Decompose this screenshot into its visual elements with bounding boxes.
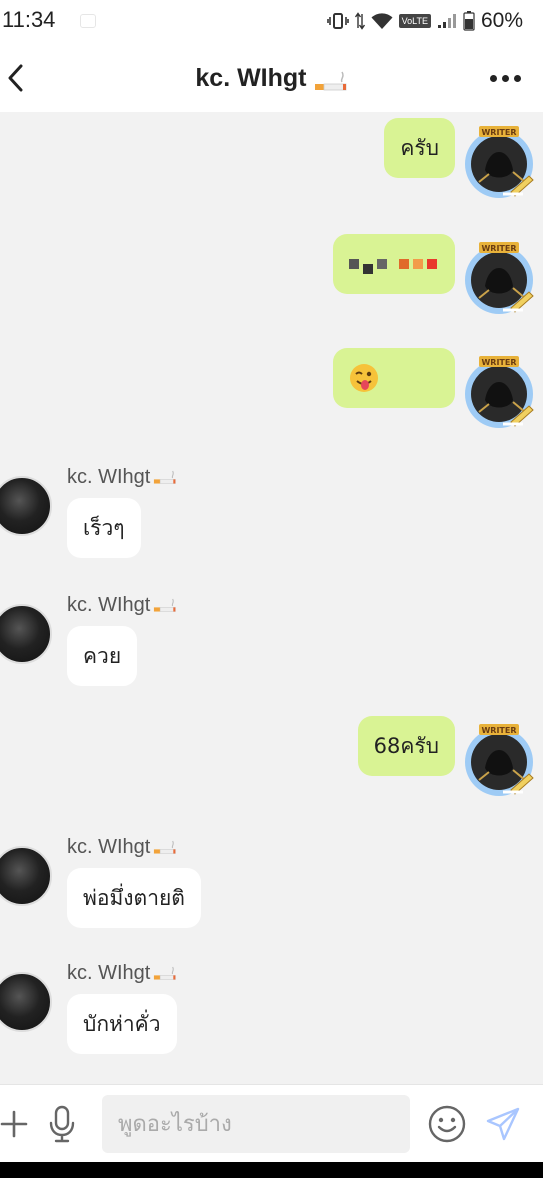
more-dot-icon xyxy=(501,74,509,82)
svg-text:WRITER: WRITER xyxy=(481,358,516,367)
message-text: บักห่าคั่ว xyxy=(83,1011,161,1036)
more-options-button[interactable] xyxy=(487,70,523,86)
status-icons: VoLTE 60% xyxy=(326,8,523,34)
more-dot-icon xyxy=(513,74,521,82)
status-bar: 11:34 VoLTE 60% xyxy=(0,0,543,44)
volte-badge: VoLTE xyxy=(398,14,431,28)
message-incoming: kc. WIhgt พ่อมึ่งตายติ xyxy=(0,836,543,936)
message-bubble[interactable]: ครับ xyxy=(384,118,455,178)
status-time: 11:34 xyxy=(2,7,56,32)
sender-name: kc. WIhgt xyxy=(67,836,178,859)
signal-icon xyxy=(437,14,456,28)
svg-text:WRITER: WRITER xyxy=(481,128,516,137)
message-input-bar xyxy=(0,1084,543,1162)
battery-percent: 60% xyxy=(480,9,523,32)
cigarette-icon xyxy=(154,966,177,980)
chat-screen: 11:34 VoLTE 60% kc. WIhgt ครับ WRITER WR… xyxy=(0,0,543,1162)
my-avatar[interactable]: WRITER xyxy=(459,720,539,800)
censored-emoji xyxy=(349,254,437,274)
message-bubble[interactable]: 68ครับ xyxy=(357,716,455,776)
winking-tongue-emoji-icon xyxy=(350,364,378,392)
message-bubble[interactable]: เร็วๆ xyxy=(67,498,141,558)
notification-icon xyxy=(80,14,96,28)
my-avatar[interactable]: WRITER xyxy=(459,122,539,202)
contact-avatar[interactable] xyxy=(0,604,52,664)
message-incoming: kc. WIhgt เร็วๆ xyxy=(0,466,543,566)
message-text: 68ครับ xyxy=(373,733,439,758)
microphone-icon[interactable] xyxy=(46,1105,78,1143)
battery-icon xyxy=(463,11,475,31)
message-bubble[interactable] xyxy=(333,234,455,294)
chat-header: kc. WIhgt xyxy=(0,44,543,112)
contact-avatar[interactable] xyxy=(0,846,52,906)
message-text: ควย xyxy=(83,643,122,668)
emoji-icon[interactable] xyxy=(428,1105,466,1143)
cigarette-icon xyxy=(154,598,177,612)
plus-icon[interactable] xyxy=(0,1109,28,1139)
message-text: พ่อมึ่งตายติ xyxy=(83,885,185,910)
data-arrows-icon xyxy=(354,12,365,30)
cigarette-icon xyxy=(154,840,177,854)
vibrate-icon xyxy=(326,13,349,29)
send-icon[interactable] xyxy=(486,1107,520,1141)
message-outgoing: ครับ WRITER xyxy=(0,118,543,208)
my-avatar[interactable]: WRITER xyxy=(459,238,539,318)
message-bubble[interactable]: บักห่าคั่ว xyxy=(67,994,177,1054)
chat-title-text: kc. WIhgt xyxy=(195,64,307,92)
svg-text:WRITER: WRITER xyxy=(481,726,516,735)
message-incoming: kc. WIhgt บักห่าคั่ว xyxy=(0,962,543,1062)
sender-name: kc. WIhgt xyxy=(67,466,178,489)
more-dot-icon xyxy=(489,74,497,82)
chat-title: kc. WIhgt xyxy=(0,64,543,95)
message-input[interactable] xyxy=(102,1095,410,1153)
message-outgoing: 68ครับ WRITER xyxy=(0,716,543,806)
message-outgoing: WRITER xyxy=(0,348,543,438)
cigarette-icon xyxy=(154,470,177,484)
message-text: ครับ xyxy=(400,135,439,160)
my-avatar[interactable]: WRITER xyxy=(459,352,539,432)
contact-avatar[interactable] xyxy=(0,476,52,536)
sender-name: kc. WIhgt xyxy=(67,594,178,617)
message-text: เร็วๆ xyxy=(83,515,125,540)
contact-avatar[interactable] xyxy=(0,972,52,1032)
message-outgoing: WRITER xyxy=(0,234,543,324)
message-bubble[interactable] xyxy=(333,348,455,408)
message-bubble[interactable]: พ่อมึ่งตายติ xyxy=(67,868,201,928)
cigarette-icon xyxy=(314,71,346,90)
message-bubble[interactable]: ควย xyxy=(67,626,138,686)
wifi-icon xyxy=(371,13,393,29)
sender-name: kc. WIhgt xyxy=(67,962,178,985)
svg-text:WRITER: WRITER xyxy=(481,244,516,253)
message-incoming: kc. WIhgt ควย xyxy=(0,594,543,694)
